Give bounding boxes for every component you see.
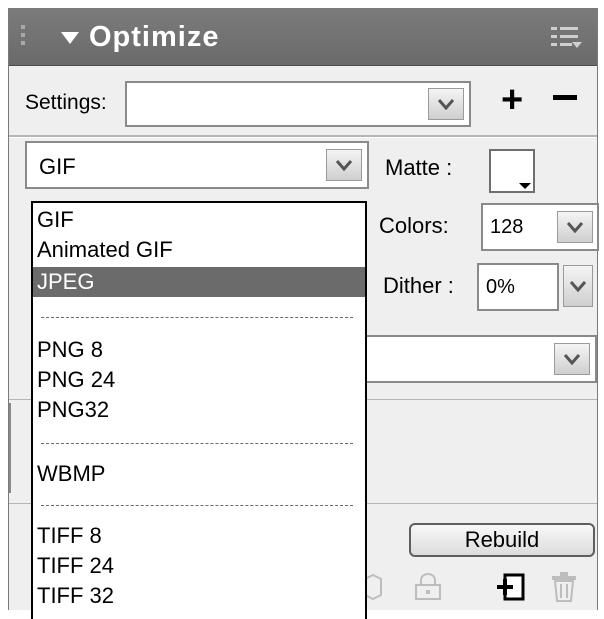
- panel-titlebar[interactable]: Optimize: [9, 9, 597, 66]
- format-option-animated-gif[interactable]: Animated GIF: [33, 235, 365, 265]
- chevron-down-icon[interactable]: [326, 149, 362, 181]
- grip-icon[interactable]: [21, 25, 27, 51]
- format-option-png24[interactable]: PNG 24: [33, 365, 365, 395]
- format-option-png8[interactable]: PNG 8: [33, 335, 365, 365]
- format-option-tiff32[interactable]: TIFF 32: [33, 581, 365, 611]
- format-option-tiff24[interactable]: TIFF 24: [33, 551, 365, 581]
- optimize-panel: Optimize Settings: + GIF Matte : Colors:…: [8, 8, 599, 619]
- rebuild-button[interactable]: Rebuild: [409, 523, 595, 557]
- dither-label: Dither :: [383, 273, 454, 298]
- chevron-down-icon[interactable]: [428, 88, 464, 120]
- dither-field[interactable]: 0%: [477, 263, 559, 311]
- format-option-wbmp[interactable]: WBMP: [33, 459, 365, 489]
- settings-label: Settings:: [25, 91, 107, 114]
- format-option-jpeg[interactable]: JPEG: [33, 267, 365, 297]
- format-option-png32[interactable]: PNG32: [33, 395, 365, 425]
- add-color-icon[interactable]: [495, 571, 527, 608]
- dropdown-separator: [41, 317, 353, 318]
- format-option-tiff8[interactable]: TIFF 8: [33, 521, 365, 551]
- colors-label: Colors:: [379, 213, 449, 238]
- matte-label: Matte :: [385, 155, 453, 180]
- chevron-down-icon[interactable]: [554, 343, 590, 375]
- dither-value: 0%: [486, 276, 515, 298]
- export-format-value: GIF: [39, 154, 76, 179]
- palette-select[interactable]: [359, 335, 597, 383]
- matte-color-swatch[interactable]: [489, 149, 535, 193]
- panel-title: Optimize: [89, 21, 220, 53]
- minus-icon[interactable]: [553, 95, 577, 100]
- dropdown-separator: [41, 443, 353, 444]
- plus-icon[interactable]: +: [501, 79, 523, 122]
- chevron-down-icon[interactable]: [557, 211, 593, 243]
- format-option-gif[interactable]: GIF: [33, 205, 365, 235]
- swatch-menu-icon: [519, 183, 531, 189]
- colors-value: 128: [490, 216, 524, 238]
- list-edge: [9, 403, 11, 493]
- export-format-select[interactable]: GIF: [25, 141, 369, 189]
- settings-select[interactable]: [125, 81, 471, 127]
- export-format-dropdown[interactable]: GIF Animated GIF JPEG PNG 8 PNG 24 PNG32…: [31, 201, 367, 619]
- triangle-down-icon[interactable]: [61, 32, 79, 44]
- dropdown-separator: [41, 505, 353, 506]
- panel-options-icon[interactable]: [551, 25, 582, 51]
- trash-icon[interactable]: [549, 571, 579, 608]
- colors-select[interactable]: 128: [481, 203, 599, 251]
- lock-icon[interactable]: [413, 573, 443, 606]
- dither-slider-button[interactable]: [563, 265, 593, 307]
- section-divider: [9, 135, 597, 138]
